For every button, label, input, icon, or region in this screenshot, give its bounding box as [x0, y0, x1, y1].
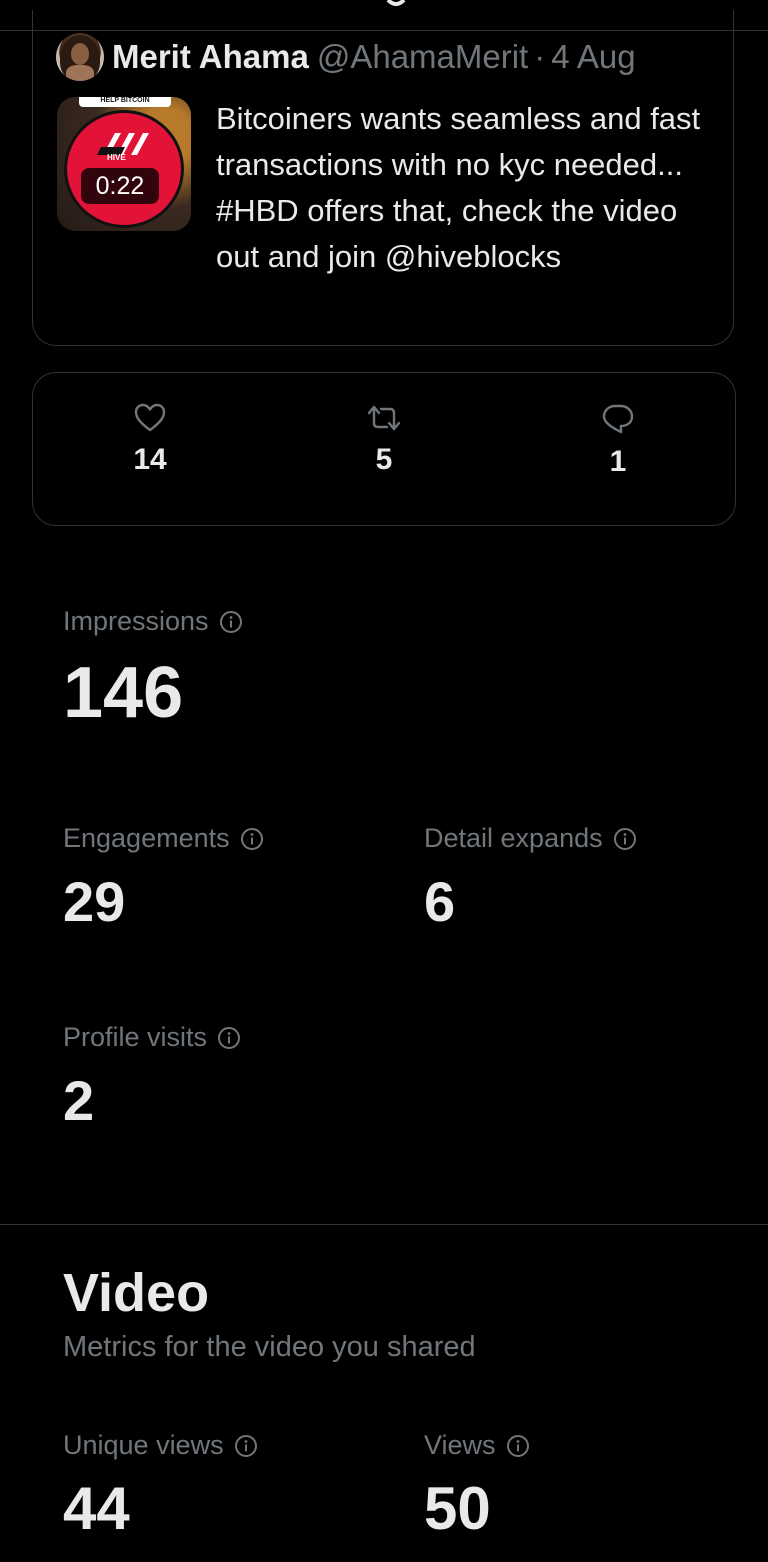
video-duration-badge: 0:22 [81, 168, 159, 204]
reposts-count: 5 [375, 443, 393, 476]
detail-expands-value: 6 [424, 870, 456, 933]
author-handle[interactable]: @AhamaMerit [317, 38, 528, 76]
impressions-value: 146 [63, 653, 184, 733]
reply-icon [602, 404, 634, 434]
views-metric: Views 50 [424, 1430, 530, 1539]
author-avatar[interactable] [56, 33, 104, 81]
header-separator: · [534, 38, 546, 75]
detail-expands-label: Detail expands [424, 823, 603, 853]
section-divider [0, 1224, 768, 1225]
reposts-stat[interactable]: 5 [334, 403, 434, 477]
detail-expands-metric: Detail expands 6 [424, 823, 637, 930]
video-section-subtitle: Metrics for the video you shared [63, 1331, 476, 1363]
unique-views-value: 44 [63, 1475, 130, 1542]
replies-count: 1 [609, 445, 627, 478]
info-icon[interactable] [219, 610, 243, 634]
likes-stat[interactable]: 14 [100, 403, 200, 477]
info-icon[interactable] [217, 1026, 241, 1050]
impressions-label: Impressions [63, 606, 209, 636]
engagements-value: 29 [63, 870, 126, 933]
info-icon[interactable] [240, 827, 264, 851]
engagement-summary: 14 5 1 [32, 372, 736, 526]
video-thumbnail[interactable]: HELP BITCOIN HIVE [57, 97, 191, 231]
engagements-label: Engagements [63, 823, 230, 853]
post-date[interactable]: 4 Aug [551, 38, 635, 76]
info-icon[interactable] [234, 1434, 258, 1458]
thumbnail-banner: HELP BITCOIN [79, 97, 171, 107]
author-name[interactable]: Merit Ahama [112, 38, 309, 76]
video-section-title: Video [63, 1263, 210, 1323]
impressions-metric: Impressions 146 [63, 606, 243, 729]
heart-icon [134, 403, 166, 432]
profile-visits-label: Profile visits [63, 1022, 208, 1052]
tweet-header: Merit Ahama @AhamaMerit · 4 Aug [112, 38, 636, 78]
likes-count: 14 [133, 443, 167, 476]
views-value: 50 [424, 1475, 491, 1542]
unique-views-metric: Unique views 44 [63, 1430, 258, 1539]
engagements-metric: Engagements 29 [63, 823, 264, 930]
info-icon[interactable] [506, 1434, 530, 1458]
info-icon[interactable] [613, 827, 637, 851]
tweet-text: Bitcoiners wants seamless and fast trans… [216, 101, 701, 274]
unique-views-label: Unique views [63, 1430, 224, 1460]
profile-visits-metric: Profile visits 2 [63, 1022, 241, 1129]
repost-icon [367, 405, 401, 431]
views-label: Views [424, 1430, 496, 1460]
thumbnail-logo-text: HIVE [107, 153, 126, 162]
profile-visits-value: 2 [63, 1069, 95, 1132]
replies-stat[interactable]: 1 [568, 403, 668, 479]
